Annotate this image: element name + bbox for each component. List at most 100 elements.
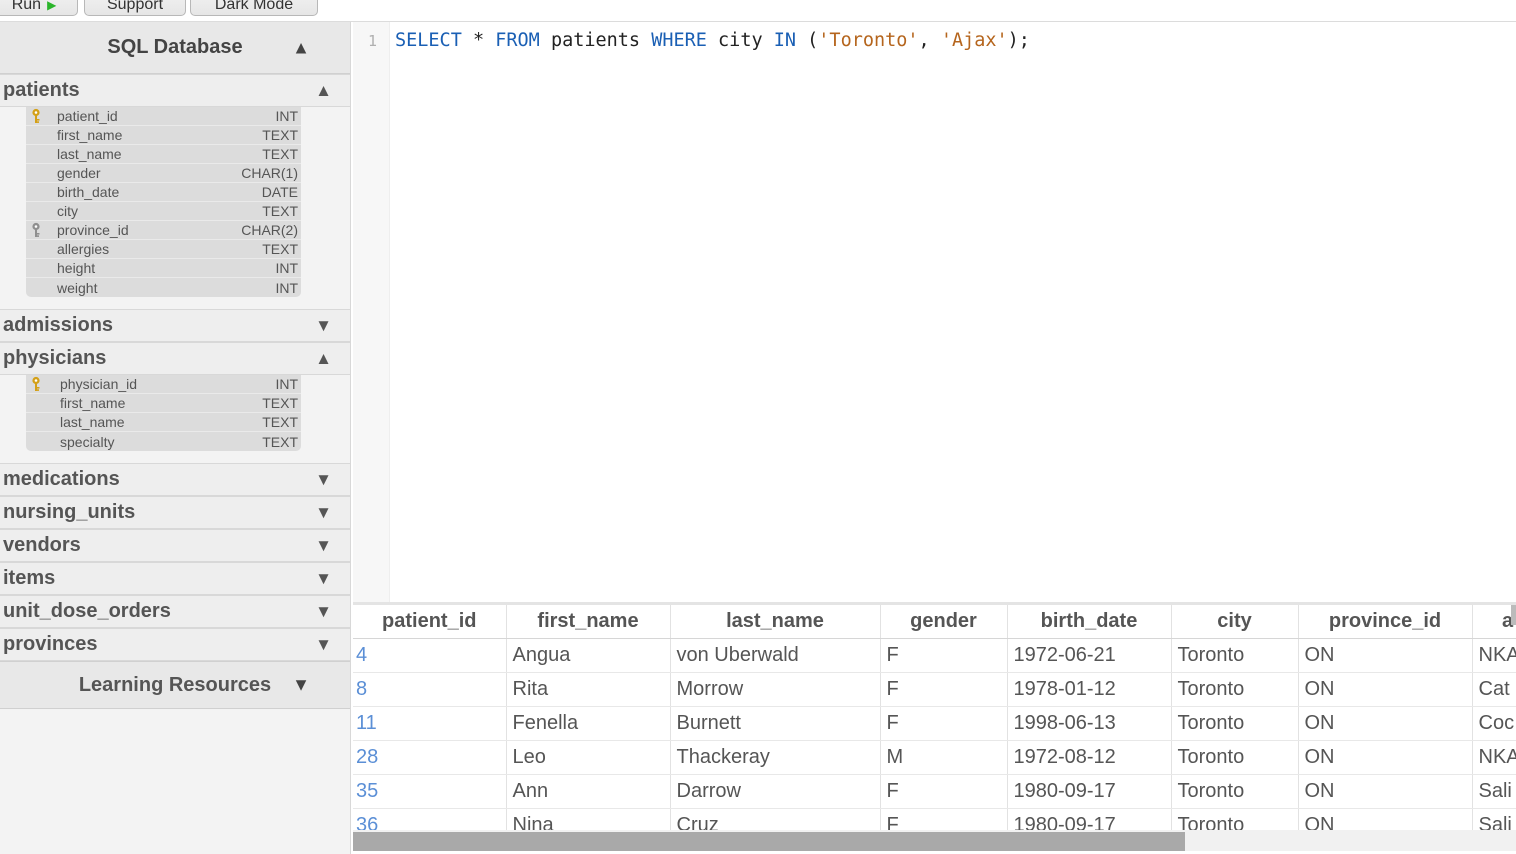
expand-arrow-icon: ▼ (315, 469, 332, 489)
expand-arrow-icon: ▼ (315, 601, 332, 621)
column-row[interactable]: first_name TEXT (26, 394, 301, 413)
column-name: specialty (60, 433, 115, 450)
table-header-medications[interactable]: medications ▼ (0, 463, 350, 496)
collapse-arrow-icon: ▲ (315, 80, 332, 100)
column-header[interactable]: birth_date (1007, 605, 1172, 639)
patient-id-link[interactable]: 8 (353, 672, 507, 707)
table-row[interactable]: 35 Ann Darrow F 1980-09-17 Toronto ON Sali (353, 774, 1516, 809)
table-row[interactable]: 4 Angua von Uberwald F 1972-06-21 Toronto ON NK… (353, 638, 1516, 673)
sql-editor[interactable]: 1 SELECT * FROM patients WHERE city IN (… (353, 22, 1516, 602)
column-name: birth_date (57, 184, 120, 200)
table-name: vendors (3, 534, 81, 556)
table-name: medications (3, 468, 120, 490)
dark-mode-button[interactable]: Dark Mode (190, 0, 318, 16)
sql-text: ); (1007, 30, 1030, 51)
expand-arrow-icon: ▼ (315, 634, 332, 654)
column-name: city (57, 203, 78, 219)
table-cell: NKA (1472, 740, 1516, 775)
table-cell: 1972-08-12 (1007, 740, 1172, 775)
app-root: Run ▶ Support Dark Mode SQL Database ▲ p… (0, 0, 1516, 854)
table-header-admissions[interactable]: admissions ▼ (0, 309, 350, 342)
toolbar: Run ▶ Support Dark Mode (0, 0, 1516, 16)
dark-mode-label: Dark Mode (214, 0, 294, 13)
column-list: physician_id INT first_name TEXT last_name TE… (26, 375, 301, 451)
column-header[interactable]: patient_id (353, 605, 507, 639)
scrollbar-thumb[interactable] (353, 832, 1185, 851)
table-row[interactable]: 8 Rita Morrow F 1978-01-12 Toronto ON Cat (353, 672, 1516, 707)
column-header[interactable]: a (1472, 605, 1516, 639)
table-name: nursing_units (3, 501, 136, 523)
column-list: patient_id INT first_name TEXT last_name TEXT… (26, 107, 301, 297)
patient-id-link[interactable]: 11 (353, 706, 507, 741)
table-cell: ON (1298, 740, 1473, 775)
column-row[interactable]: birth_date DATE (26, 183, 301, 202)
column-type: INT (275, 376, 298, 392)
column-header[interactable]: last_name (670, 605, 881, 639)
expand-arrow-icon: ▼ (315, 315, 332, 335)
table-cell: 1978-01-12 (1007, 672, 1172, 707)
column-row[interactable]: city TEXT (26, 202, 301, 221)
table-cell: 1980-09-17 (1007, 774, 1172, 809)
column-type: INT (275, 108, 298, 124)
patient-id-link[interactable]: 4 (353, 638, 507, 673)
sql-keyword: SELECT (395, 30, 462, 51)
column-row[interactable]: weight INT (26, 278, 301, 297)
sql-text: * (461, 30, 496, 51)
column-row[interactable]: last_name TEXT (26, 145, 301, 164)
expand-arrow-icon: ▼ (315, 535, 332, 555)
patient-id-link[interactable]: 35 (353, 774, 507, 809)
column-name: physician_id (60, 376, 138, 392)
run-button[interactable]: Run ▶ (0, 0, 78, 16)
column-row[interactable]: last_name TEXT (26, 413, 301, 432)
table-cell: Thackeray (670, 740, 881, 775)
column-header[interactable]: province_id (1298, 605, 1473, 639)
table-header-physicians[interactable]: physicians ▲ (0, 342, 350, 375)
table-row[interactable]: 28 Leo Thackeray M 1972-08-12 Toronto ON NKA (353, 740, 1516, 775)
table-cell: Sali (1472, 774, 1516, 809)
table-header-provinces[interactable]: provinces ▼ (0, 628, 350, 661)
column-row[interactable]: first_name TEXT (26, 126, 301, 145)
column-row[interactable]: height INT (26, 259, 301, 278)
table-cell: Cat (1472, 672, 1516, 707)
table-header-items[interactable]: items ▼ (0, 562, 350, 595)
learning-resources-header[interactable]: Learning Resources ▼ (0, 661, 350, 709)
play-icon: ▶ (47, 0, 57, 12)
column-type: TEXT (262, 433, 298, 450)
column-name: province_id (57, 222, 129, 238)
sql-text: ( (796, 30, 819, 51)
expand-arrow-icon: ▼ (315, 568, 332, 588)
code-line[interactable]: SELECT * FROM patients WHERE city IN ('T… (395, 30, 1030, 51)
column-header[interactable]: gender (880, 605, 1008, 639)
primary-key-icon (30, 376, 42, 392)
results-table: patient_id first_name last_name gender birth… (353, 605, 1516, 843)
vertical-scrollbar[interactable] (1511, 605, 1516, 625)
table-header-patients[interactable]: patients ▲ (0, 74, 350, 107)
column-header[interactable]: first_name (506, 605, 671, 639)
sql-database-header[interactable]: SQL Database ▲ (0, 22, 350, 74)
table-header-vendors[interactable]: vendors ▼ (0, 529, 350, 562)
horizontal-scrollbar[interactable] (353, 830, 1516, 851)
column-row[interactable]: allergies TEXT (26, 240, 301, 259)
column-name: last_name (60, 414, 125, 430)
column-row[interactable]: province_id CHAR(2) (26, 221, 301, 240)
column-row[interactable]: gender CHAR(1) (26, 164, 301, 183)
patient-id-link[interactable]: 28 (353, 740, 507, 775)
table-header-nursing-units[interactable]: nursing_units ▼ (0, 496, 350, 529)
table-header-unit-dose-orders[interactable]: unit_dose_orders ▼ (0, 595, 350, 628)
primary-key-icon (30, 108, 42, 124)
column-row[interactable]: physician_id INT (26, 375, 301, 394)
table-cell: Toronto (1171, 740, 1299, 775)
table-cell: Toronto (1171, 774, 1299, 809)
column-header[interactable]: city (1171, 605, 1299, 639)
table-row[interactable]: 11 Fenella Burnett F 1998-06-13 Toronto ON Coc (353, 706, 1516, 741)
column-name: weight (57, 279, 98, 296)
column-name: gender (57, 165, 101, 181)
column-row[interactable]: patient_id INT (26, 107, 301, 126)
column-name: height (57, 260, 96, 276)
column-type: TEXT (262, 127, 298, 143)
editor-gutter: 1 (353, 22, 390, 602)
column-type: INT (275, 260, 298, 276)
column-type: CHAR(2) (241, 222, 298, 238)
support-button[interactable]: Support (84, 0, 186, 16)
column-row[interactable]: specialty TEXT (26, 432, 301, 451)
